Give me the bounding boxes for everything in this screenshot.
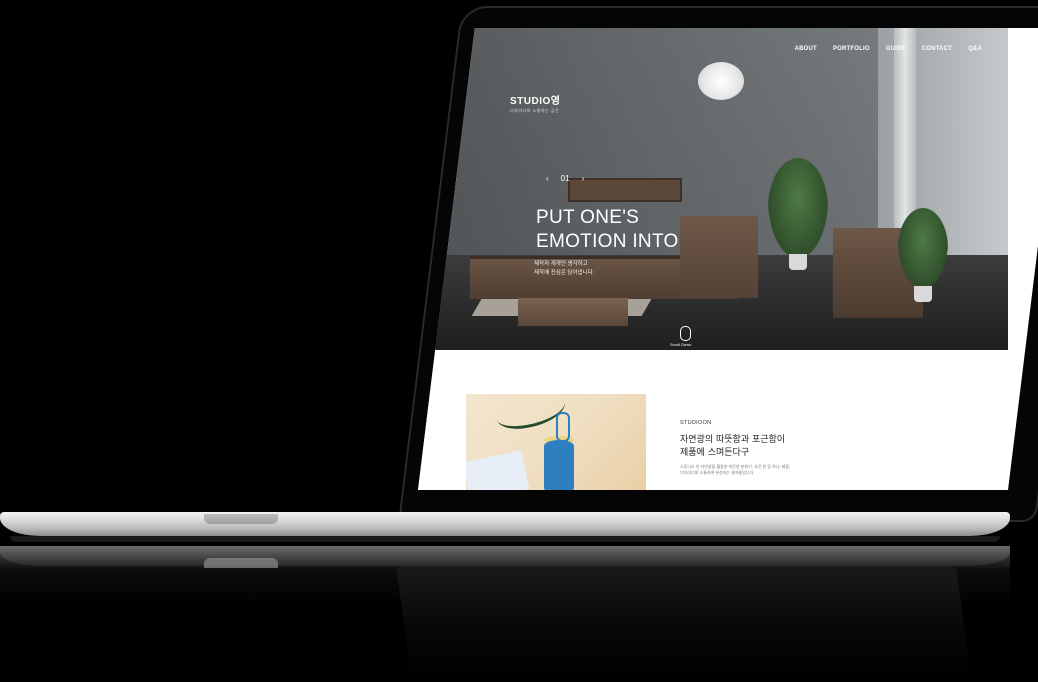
nav-item-guide[interactable]: GUIDE xyxy=(886,46,906,52)
plant-right xyxy=(898,208,948,288)
slider-prev-button[interactable]: ‹ xyxy=(546,174,549,183)
slider-index: 01 xyxy=(560,174,570,183)
hero-cabinet-tall xyxy=(680,216,758,298)
plant-pot-right xyxy=(914,286,932,302)
about-title-line1: 자연광의 따뜻함과 포근함이 xyxy=(680,435,786,445)
nav-item-qa[interactable]: Q&A xyxy=(968,46,982,52)
scroll-down-label[interactable]: Scroll Down xyxy=(670,342,691,347)
slider-next-button[interactable]: › xyxy=(582,174,585,183)
laptop-base xyxy=(0,512,1010,536)
hero-coffee-table xyxy=(518,298,628,326)
hero-section: STUDIO영 디자이너와 소통하는 공간 ABOUT PORTFOLIO GU… xyxy=(418,28,1008,350)
plant-left xyxy=(768,158,828,258)
hero-subtext: 제작자 개개인 생각하고 제작에 진심은 담아냅니다. xyxy=(534,260,594,278)
reflection-base xyxy=(0,546,1010,566)
hero-wall-shelf xyxy=(568,178,682,202)
plant-pot-left xyxy=(789,254,807,270)
pencil-cup-graphic xyxy=(544,440,574,490)
hero-subtext-line1: 제작자 개개인 생각하고 xyxy=(534,261,588,267)
laptop-lid-notch xyxy=(204,514,278,524)
logo-subtitle: 디자이너와 소통하는 공간 xyxy=(510,108,560,113)
about-section: STUDIOON 자연광의 따뜻함과 포근함이 제품에 스며든다구 스튜디오 안… xyxy=(418,350,1008,490)
about-tag: STUDIOON xyxy=(680,420,712,426)
hero-subtext-line2: 제작에 진심은 담아냅니다. xyxy=(534,270,595,276)
pendant-lamp xyxy=(698,62,744,100)
laptop-base-shadow xyxy=(10,536,1000,542)
about-image xyxy=(466,394,646,490)
main-nav: ABOUT PORTFOLIO GUIDE CONTACT Q&A xyxy=(795,46,982,52)
hero-slider-controls: ‹ 01 › xyxy=(546,174,584,183)
about-body: 스튜디오 안 자연광을 활용한 따뜻한 분위기, 사진 한 장 하나, 제품, … xyxy=(680,464,790,476)
about-body-line2: 디자이너와 소통하며 완성하는 결과물입니다. xyxy=(680,470,755,475)
logo-text: STUDIO영 xyxy=(510,96,561,107)
laptop-screen: STUDIO영 디자이너와 소통하는 공간 ABOUT PORTFOLIO GU… xyxy=(418,28,1038,490)
about-title-line2: 제품에 스며든다구 xyxy=(680,448,750,458)
reflection-screen xyxy=(395,566,973,682)
nav-item-portfolio[interactable]: PORTFOLIO xyxy=(833,46,870,52)
nav-item-contact[interactable]: CONTACT xyxy=(922,46,952,52)
scissors-graphic xyxy=(556,412,570,442)
site-logo[interactable]: STUDIO영 디자이너와 소통하는 공간 xyxy=(510,92,560,114)
nav-item-about[interactable]: ABOUT xyxy=(795,46,817,52)
paper-graphic xyxy=(466,450,530,490)
hero-headline-line1: PUT ONE'S xyxy=(536,207,640,228)
about-title: 자연광의 따뜻함과 포근함이 제품에 스며든다구 xyxy=(680,434,785,460)
hero-headline-line2: EMOTION INTO xyxy=(536,231,679,252)
mouse-scroll-icon[interactable] xyxy=(680,326,691,341)
hero-headline: PUT ONE'S EMOTION INTO xyxy=(536,206,679,254)
reflection-notch xyxy=(204,558,278,568)
